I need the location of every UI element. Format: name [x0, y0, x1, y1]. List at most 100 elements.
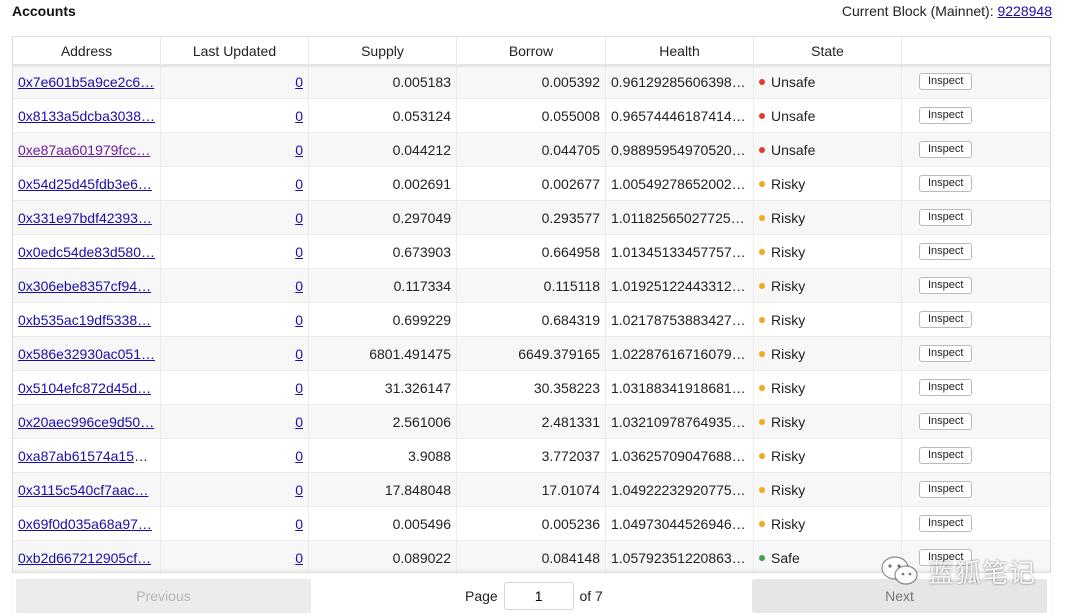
address-link[interactable]: 0xb2d667212905cf…: [18, 550, 151, 566]
address-link[interactable]: 0x7e601b5a9ce2c6…: [18, 74, 154, 90]
last-updated-link[interactable]: 0: [295, 482, 303, 498]
supply-cell: 0.005496: [309, 507, 457, 541]
state-dot-icon: [759, 283, 765, 290]
column-header-last-updated[interactable]: Last Updated: [161, 37, 309, 65]
supply-cell: 3.9088: [309, 439, 457, 473]
last-updated-link[interactable]: 0: [295, 108, 303, 124]
inspect-button[interactable]: Inspect: [919, 209, 973, 226]
column-header-address[interactable]: Address: [13, 37, 161, 65]
health-cell: 1.01182565027725…: [606, 201, 754, 235]
address-link[interactable]: 0x306ebe8357cf94…: [18, 278, 151, 294]
address-link[interactable]: 0x69f0d035a68a97…: [18, 516, 152, 532]
inspect-button[interactable]: Inspect: [919, 141, 973, 158]
next-page-button[interactable]: Next: [752, 579, 1047, 613]
last-updated-link[interactable]: 0: [295, 414, 303, 430]
health-cell: 1.03625709047688…: [606, 439, 754, 473]
inspect-button[interactable]: Inspect: [919, 413, 973, 430]
actions-cell: Inspect: [902, 201, 1050, 235]
inspect-button[interactable]: Inspect: [919, 311, 973, 328]
last-updated-cell: 0: [161, 507, 309, 541]
borrow-cell: 0.002677: [457, 167, 606, 201]
address-link[interactable]: 0xa87ab61574a159…: [18, 448, 156, 464]
last-updated-cell: 0: [161, 473, 309, 507]
actions-cell: Inspect: [902, 99, 1050, 133]
table-header: Address Last Updated Supply Borrow Healt…: [13, 37, 1050, 65]
column-header-actions: [902, 37, 1050, 65]
state-cell: Safe: [754, 541, 902, 575]
state-label: Risky: [771, 516, 806, 532]
inspect-button[interactable]: Inspect: [919, 73, 973, 90]
inspect-button[interactable]: Inspect: [919, 515, 973, 532]
address-link[interactable]: 0x54d25d45fdb3e6…: [18, 176, 152, 192]
last-updated-link[interactable]: 0: [295, 278, 303, 294]
last-updated-link[interactable]: 0: [295, 312, 303, 328]
inspect-button[interactable]: Inspect: [919, 447, 973, 464]
last-updated-link[interactable]: 0: [295, 142, 303, 158]
state-dot-icon: [759, 113, 765, 120]
column-header-borrow[interactable]: Borrow: [457, 37, 606, 65]
borrow-cell: 30.358223: [457, 371, 606, 405]
current-block-link[interactable]: 9228948: [997, 3, 1052, 19]
address-link[interactable]: 0x8133a5dcba3038…: [18, 108, 155, 124]
supply-cell: 0.699229: [309, 303, 457, 337]
total-pages-label: of 7: [579, 588, 603, 604]
last-updated-link[interactable]: 0: [295, 210, 303, 226]
state-cell: Risky: [754, 507, 902, 541]
actions-cell: Inspect: [902, 337, 1050, 371]
health-cell: 1.03188341918681…: [606, 371, 754, 405]
address-link[interactable]: 0x3115c540cf7aac…: [18, 482, 149, 498]
last-updated-cell: 0: [161, 303, 309, 337]
column-header-health[interactable]: Health: [606, 37, 754, 65]
page-number-input[interactable]: [503, 582, 574, 610]
health-cell: 1.02287616716079…: [606, 337, 754, 371]
actions-cell: Inspect: [902, 269, 1050, 303]
inspect-button[interactable]: Inspect: [919, 243, 973, 260]
last-updated-link[interactable]: 0: [295, 346, 303, 362]
inspect-button[interactable]: Inspect: [919, 175, 973, 192]
state-cell: Risky: [754, 303, 902, 337]
last-updated-cell: 0: [161, 235, 309, 269]
last-updated-link[interactable]: 0: [295, 244, 303, 260]
column-header-supply[interactable]: Supply: [309, 37, 457, 65]
address-link[interactable]: 0xe87aa601979fcc…: [18, 142, 150, 158]
inspect-button[interactable]: Inspect: [919, 345, 973, 362]
inspect-button[interactable]: Inspect: [919, 107, 973, 124]
address-link[interactable]: 0xb535ac19df5338…: [18, 312, 151, 328]
supply-cell: 31.326147: [309, 371, 457, 405]
state-label: Risky: [771, 448, 806, 464]
state-cell: Risky: [754, 371, 902, 405]
previous-page-button[interactable]: Previous: [16, 579, 311, 613]
borrow-cell: 0.115118: [457, 269, 606, 303]
health-cell: 1.04973044526946…: [606, 507, 754, 541]
supply-cell: 0.117334: [309, 269, 457, 303]
health-cell: 0.96129285606398…: [606, 65, 754, 99]
last-updated-link[interactable]: 0: [295, 550, 303, 566]
supply-cell: 0.297049: [309, 201, 457, 235]
state-cell: Risky: [754, 473, 902, 507]
inspect-button[interactable]: Inspect: [919, 549, 973, 566]
table-row: 0x5104efc872d45d… 0 31.326147 30.358223 1.03…: [13, 371, 1050, 405]
state-dot-icon: [759, 487, 765, 494]
state-label: Risky: [771, 244, 806, 260]
inspect-button[interactable]: Inspect: [919, 481, 973, 498]
address-link[interactable]: 0x586e32930ac051…: [18, 346, 155, 362]
address-cell: 0x0edc54de83d580…: [13, 235, 161, 269]
state-dot-icon: [759, 419, 765, 426]
state-label: Risky: [771, 312, 806, 328]
last-updated-link[interactable]: 0: [295, 176, 303, 192]
table-row: 0x586e32930ac051… 0 6801.491475 6649.379165…: [13, 337, 1050, 371]
address-link[interactable]: 0x5104efc872d45d…: [18, 380, 151, 396]
last-updated-link[interactable]: 0: [295, 516, 303, 532]
last-updated-link[interactable]: 0: [295, 380, 303, 396]
address-link[interactable]: 0x331e97bdf42393…: [18, 210, 152, 226]
column-header-state[interactable]: State: [754, 37, 902, 65]
last-updated-link[interactable]: 0: [295, 448, 303, 464]
table-row: 0x69f0d035a68a97… 0 0.005496 0.005236 1.0497…: [13, 507, 1050, 541]
table-row: 0x7e601b5a9ce2c6… 0 0.005183 0.005392 0.9612…: [13, 65, 1050, 99]
inspect-button[interactable]: Inspect: [919, 379, 973, 396]
address-link[interactable]: 0x0edc54de83d580…: [18, 244, 155, 260]
address-link[interactable]: 0x20aec996ce9d50…: [18, 414, 154, 430]
last-updated-link[interactable]: 0: [295, 74, 303, 90]
state-dot-icon: [759, 147, 765, 154]
inspect-button[interactable]: Inspect: [919, 277, 973, 294]
